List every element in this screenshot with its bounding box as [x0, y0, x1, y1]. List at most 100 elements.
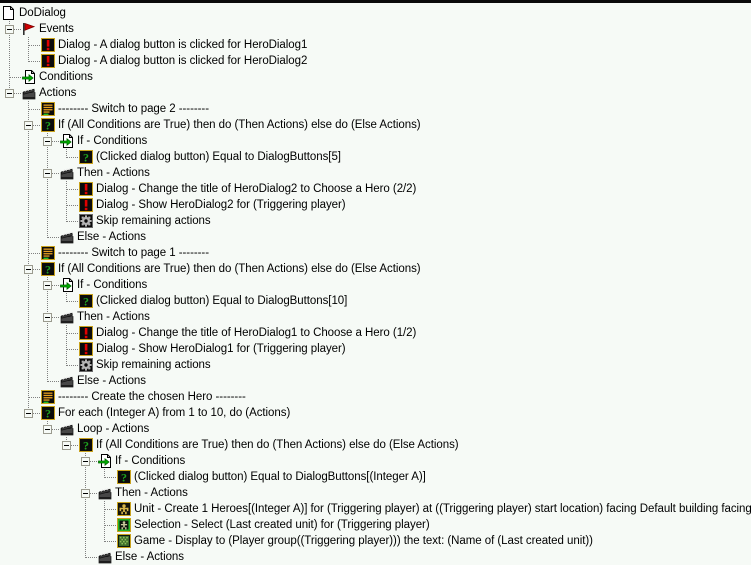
selection-icon [117, 518, 131, 532]
tree-row[interactable]: ? If (All Conditions are True) then do (T… [0, 437, 751, 453]
tree-row[interactable]: ? If (All Conditions are True) then do (T… [0, 117, 751, 133]
tree-row[interactable]: Dialog - Show HeroDialog1 for (Triggerin… [0, 341, 751, 357]
trigger-editor-panel: DoDialog Events Dialog - A dialog button i… [0, 0, 751, 565]
tree-row-label: Selection - Select (Last created unit) f… [134, 519, 430, 531]
tree-guide-line [28, 325, 29, 341]
tree-row[interactable]: ? (Clicked dialog button) Equal to Dialog… [0, 293, 751, 309]
tree-row[interactable]: ? If (All Conditions are True) then do (T… [0, 261, 751, 277]
tree-root-row[interactable]: DoDialog [0, 5, 751, 21]
tree-row[interactable]: Else - Actions [0, 229, 751, 245]
tree-row[interactable]: Dialog - Show HeroDialog2 for (Triggerin… [0, 197, 751, 213]
svg-text:?: ? [83, 294, 89, 308]
tree-expander-collapse[interactable] [81, 457, 90, 466]
tree-row[interactable]: -------- Switch to page 2 -------- [0, 101, 751, 117]
tree-guide-line [28, 165, 29, 181]
tree-guide-line [47, 341, 48, 357]
tree-row[interactable]: If - Conditions [0, 277, 751, 293]
tree-row[interactable]: Then - Actions [0, 485, 751, 501]
tree-row[interactable]: Dialog - A dialog button is clicked for … [0, 53, 751, 69]
tree-guide-line [48, 381, 60, 382]
tree-row-label: (Clicked dialog button) Equal to DialogB… [134, 471, 426, 483]
svg-text:?: ? [45, 262, 51, 276]
tree-expander-collapse[interactable] [43, 281, 52, 290]
tree-row-label: Then - Actions [77, 167, 150, 179]
tree-row[interactable]: Skip remaining actions [0, 213, 751, 229]
question-icon: ? [41, 118, 55, 132]
tree-row[interactable]: -------- Switch to page 1 -------- [0, 245, 751, 261]
tree-row-label: Actions [39, 87, 77, 99]
tree-row-label: Else - Actions [77, 231, 146, 243]
tree-row[interactable]: -------- Create the chosen Hero -------- [0, 389, 751, 405]
tree-row[interactable]: ? (Clicked dialog button) Equal to Dialog… [0, 149, 751, 165]
tree-guide-line [67, 189, 79, 190]
conditions-icon [60, 278, 74, 292]
tree-row[interactable]: Dialog - Change the title of HeroDialog2… [0, 181, 751, 197]
tree-row[interactable]: Actions [0, 85, 751, 101]
tree-row-label: Else - Actions [115, 551, 184, 563]
tree-row[interactable]: ? (Clicked dialog button) Equal to Dialog… [0, 469, 751, 485]
tree-expander-collapse[interactable] [62, 441, 71, 450]
tree-row-label: -------- Switch to page 1 -------- [58, 247, 209, 259]
tree-guide-line [86, 557, 98, 558]
tree-guide-line [47, 357, 48, 373]
tree-row[interactable]: If - Conditions [0, 133, 751, 149]
comment-icon [41, 246, 55, 260]
tree-expander-collapse[interactable] [43, 169, 52, 178]
tree-row[interactable]: Unit - Create 1 Heroes[(Integer A)] for … [0, 501, 751, 517]
tree-row-label: Conditions [39, 71, 93, 83]
tree-guide-line [47, 293, 48, 309]
tree-expander-collapse[interactable] [24, 409, 33, 418]
actions-icon [60, 310, 74, 324]
tree-guide-line [29, 109, 41, 110]
tree-row[interactable]: Then - Actions [0, 309, 751, 325]
tree-row[interactable]: Dialog - Change the title of HeroDialog1… [0, 325, 751, 341]
tree-row[interactable]: Events [0, 21, 751, 37]
tree-row[interactable]: Game - Display to (Player group((Trigger… [0, 533, 751, 549]
tree-row-label: Game - Display to (Player group((Trigger… [134, 535, 593, 547]
tree-guide-line [28, 277, 29, 293]
tree-expander-collapse[interactable] [24, 265, 33, 274]
gear-icon [79, 358, 93, 372]
tree-row-label: If - Conditions [77, 279, 148, 291]
tree-row[interactable]: If - Conditions [0, 453, 751, 469]
tree-expander-collapse[interactable] [24, 121, 33, 130]
tree-row-label: Loop - Actions [77, 423, 150, 435]
tree-guide-line [28, 293, 29, 309]
tree-expander-collapse[interactable] [5, 25, 14, 34]
tree-row[interactable]: Else - Actions [0, 549, 751, 565]
tree-row[interactable]: ? For each (Integer A) from 1 to 10, do (… [0, 405, 751, 421]
tree-row[interactable]: Skip remaining actions [0, 357, 751, 373]
actions-icon [60, 422, 74, 436]
trigger-document-icon [2, 6, 16, 20]
tree-row[interactable]: Dialog - A dialog button is clicked for … [0, 37, 751, 53]
tree-row-label: If (All Conditions are True) then do (Th… [58, 263, 421, 275]
tree-row-label: Then - Actions [77, 311, 150, 323]
tree-guide-line [67, 205, 79, 206]
comment-icon [41, 390, 55, 404]
tree-expander-collapse[interactable] [43, 313, 52, 322]
actions-icon [60, 230, 74, 244]
dialog-icon [41, 54, 55, 68]
tree-expander-collapse[interactable] [43, 425, 52, 434]
tree-expander-collapse[interactable] [43, 137, 52, 146]
tree-row[interactable]: Selection - Select (Last created unit) f… [0, 517, 751, 533]
tree-guide-line [47, 197, 48, 213]
tree-guide-line [85, 501, 86, 517]
tree-expander-collapse[interactable] [81, 489, 90, 498]
tree-row-label: Dialog - Change the title of HeroDialog1… [96, 327, 417, 339]
tree-row-label: If (All Conditions are True) then do (Th… [58, 119, 421, 131]
tree-expander-collapse[interactable] [5, 89, 14, 98]
tree-row-label: Events [39, 23, 74, 35]
tree-guide-line [85, 517, 86, 533]
tree-row[interactable]: Conditions [0, 69, 751, 85]
question-icon: ? [79, 294, 93, 308]
tree-row[interactable]: Loop - Actions [0, 421, 751, 437]
tree-row-label: Then - Actions [115, 487, 188, 499]
tree-row-label: -------- Create the chosen Hero -------- [58, 391, 246, 403]
tree-row[interactable]: Else - Actions [0, 373, 751, 389]
tree-guide-line [9, 37, 10, 53]
game-icon [117, 534, 131, 548]
tree-row[interactable]: Then - Actions [0, 165, 751, 181]
question-icon: ? [79, 150, 93, 164]
actions-icon [22, 86, 36, 100]
